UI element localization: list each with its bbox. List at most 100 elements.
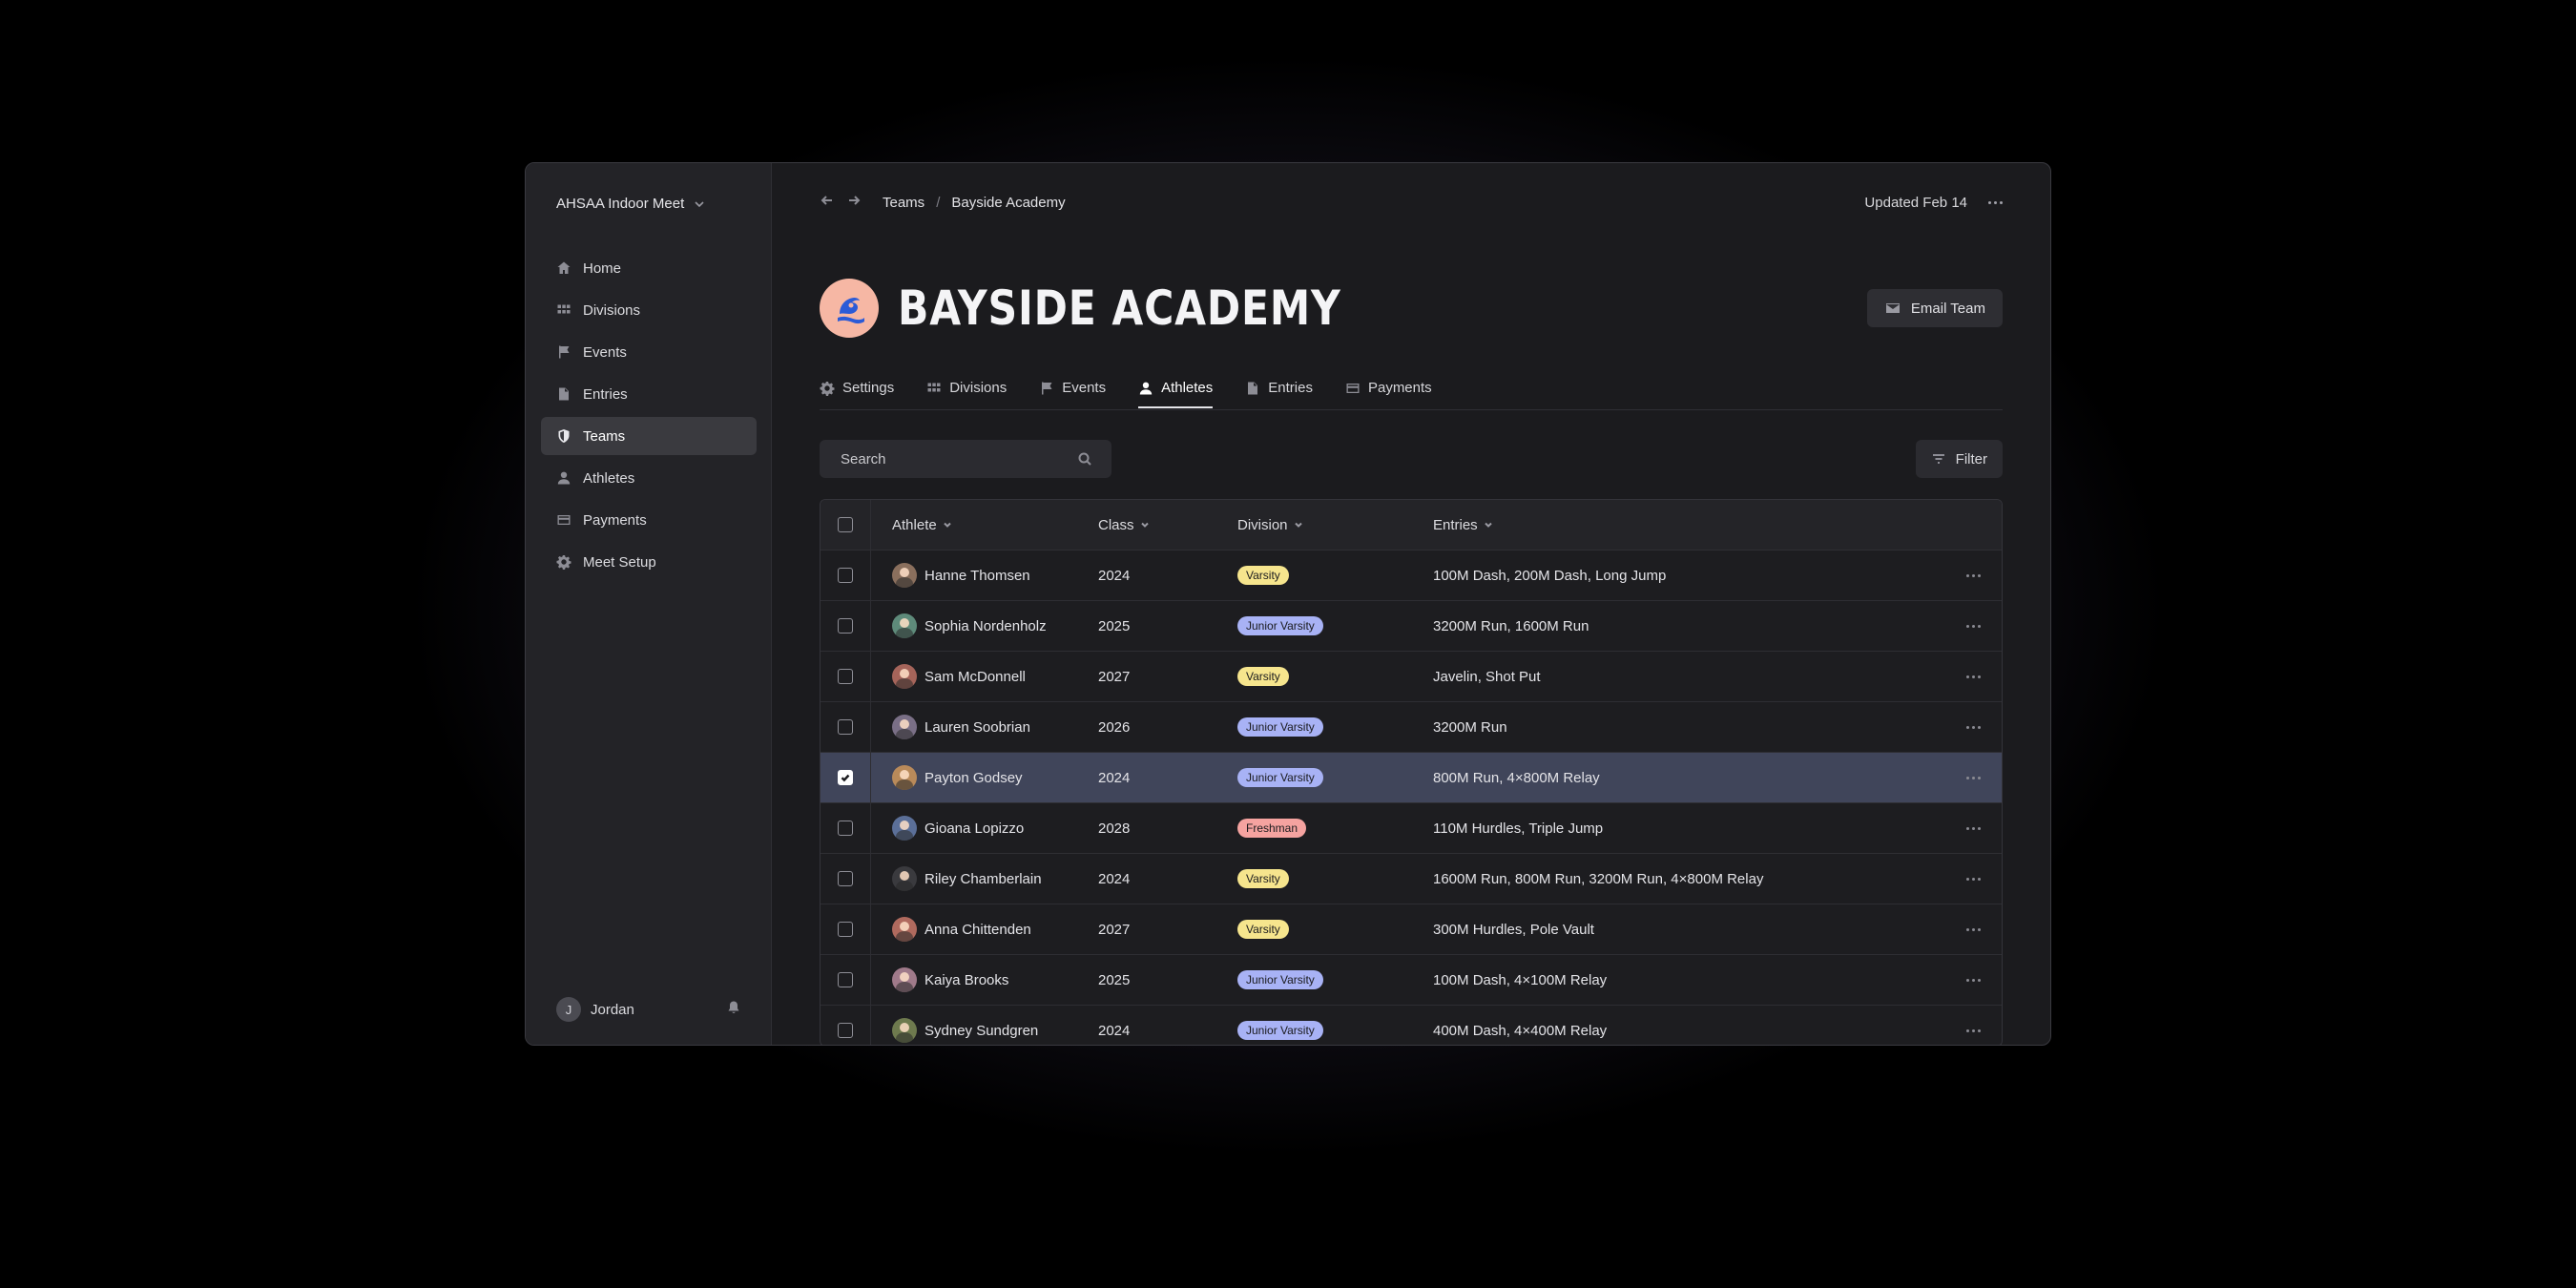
wave-logo-icon — [838, 298, 864, 324]
division-cell: Varsity — [1237, 869, 1433, 888]
tab-entries[interactable]: Entries — [1245, 369, 1313, 406]
athlete-cell: Kaiya Brooks — [871, 967, 1098, 992]
table-row[interactable]: Sam McDonnell 2027 Varsity Javelin, Shot Pu… — [821, 652, 2002, 702]
row-checkbox[interactable] — [838, 972, 853, 987]
row-checkbox[interactable] — [838, 719, 853, 735]
row-more-options-icon[interactable] — [1965, 826, 1981, 830]
table-row[interactable]: Payton Godsey 2024 Junior Varsity 800M Run,… — [821, 753, 2002, 803]
tab-settings[interactable]: Settings — [820, 369, 894, 406]
tab-divisions[interactable]: Divisions — [926, 369, 1007, 406]
tab-label: Payments — [1367, 380, 1432, 396]
bell-icon[interactable] — [726, 1000, 741, 1020]
select-all-checkbox[interactable] — [838, 517, 853, 532]
table-row[interactable]: Kaiya Brooks 2025 Junior Varsity 100M Dash,… — [821, 955, 2002, 1006]
athlete-name[interactable]: Kaiya Brooks — [924, 972, 1008, 988]
row-more-options-icon[interactable] — [1965, 877, 1981, 881]
row-menu-cell — [1944, 675, 2002, 678]
more-options-icon[interactable] — [1988, 200, 2003, 204]
breadcrumb-teams[interactable]: Teams — [883, 195, 924, 211]
avatar — [892, 1018, 917, 1043]
athlete-name[interactable]: Gioana Lopizzo — [924, 821, 1024, 837]
athlete-name[interactable]: Hanne Thomsen — [924, 568, 1030, 584]
athlete-name[interactable]: Lauren Soobrian — [924, 719, 1030, 736]
back-arrow-icon[interactable] — [820, 193, 835, 212]
table-row[interactable]: Anna Chittenden 2027 Varsity 300M Hurdles, … — [821, 904, 2002, 955]
row-checkbox[interactable] — [838, 871, 853, 886]
division-cell: Junior Varsity — [1237, 970, 1433, 989]
sidebar-item-teams[interactable]: Teams — [541, 417, 757, 455]
division-column-header[interactable]: Division — [1237, 517, 1433, 533]
class-cell: 2024 — [1098, 769, 1131, 786]
search-input[interactable] — [839, 449, 1052, 468]
entries-cell: 1600M Run, 800M Run, 3200M Run, 4×800M R… — [1433, 870, 1764, 887]
sidebar-item-meet-setup[interactable]: Meet Setup — [541, 543, 757, 581]
filter-button[interactable]: Filter — [1915, 440, 2003, 478]
row-more-options-icon[interactable] — [1965, 1028, 1981, 1032]
document-icon — [1248, 382, 1258, 394]
row-more-options-icon[interactable] — [1965, 927, 1981, 931]
tab-label: Entries — [1268, 380, 1313, 396]
row-more-options-icon[interactable] — [1965, 573, 1981, 577]
entries-column-header[interactable]: Entries — [1433, 517, 1944, 533]
athlete-name[interactable]: Sydney Sundgren — [924, 1023, 1038, 1039]
avatar — [892, 816, 917, 841]
meet-switcher[interactable]: AHSAA Indoor Meet — [556, 196, 705, 212]
table-row[interactable]: Riley Chamberlain 2024 Varsity 1600M Run, 8… — [821, 854, 2002, 904]
search-icon[interactable] — [1077, 451, 1092, 467]
entries-cell: 110M Hurdles, Triple Jump — [1433, 820, 1604, 837]
class-column-header[interactable]: Class — [1098, 517, 1237, 533]
class-cell: 2027 — [1098, 668, 1131, 685]
row-menu-cell — [1944, 877, 2002, 881]
tab-label: Settings — [842, 380, 895, 396]
class-cell: 2024 — [1098, 567, 1131, 584]
row-checkbox[interactable] — [838, 669, 853, 684]
row-checkbox[interactable] — [838, 1023, 853, 1038]
mail-icon — [1885, 303, 1900, 313]
row-more-options-icon[interactable] — [1965, 725, 1981, 729]
person-icon — [557, 471, 571, 485]
email-team-button[interactable]: Email Team — [1866, 289, 2003, 327]
athlete-name[interactable]: Sophia Nordenholz — [924, 618, 1047, 634]
row-more-options-icon[interactable] — [1965, 978, 1981, 982]
tab-athletes[interactable]: Athletes — [1138, 369, 1214, 408]
row-checkbox[interactable] — [838, 618, 853, 634]
row-more-options-icon[interactable] — [1965, 776, 1981, 779]
chevron-down-icon — [943, 522, 951, 528]
row-more-options-icon[interactable] — [1965, 675, 1981, 678]
table-row[interactable]: Sophia Nordenholz 2025 Junior Varsity 3200M… — [821, 601, 2002, 652]
sidebar-item-events[interactable]: Events — [541, 333, 757, 371]
row-more-options-icon[interactable] — [1965, 624, 1981, 628]
row-menu-cell — [1944, 1028, 2002, 1032]
tab-events[interactable]: Events — [1039, 369, 1106, 406]
division-badge: Junior Varsity — [1237, 1021, 1323, 1040]
athlete-name[interactable]: Anna Chittenden — [924, 922, 1031, 938]
table-row[interactable]: Lauren Soobrian 2026 Junior Varsity 3200M R… — [821, 702, 2002, 753]
tab-payments[interactable]: Payments — [1345, 369, 1432, 406]
select-all-cell — [821, 500, 871, 550]
athlete-name[interactable]: Payton Godsey — [924, 770, 1023, 786]
avatar — [892, 563, 917, 588]
row-select-cell — [821, 753, 871, 802]
sidebar-item-entries[interactable]: Entries — [541, 375, 757, 413]
sidebar: AHSAA Indoor Meet Home Divisions Events Ent… — [526, 163, 772, 1045]
row-checkbox[interactable] — [838, 922, 853, 937]
row-checkbox[interactable] — [838, 821, 853, 836]
forward-arrow-icon[interactable] — [846, 193, 862, 212]
home-icon — [557, 261, 571, 274]
athlete-column-header[interactable]: Athlete — [871, 517, 1098, 533]
row-checkbox[interactable] — [838, 770, 853, 785]
sidebar-item-payments[interactable]: Payments — [541, 501, 757, 539]
table-row[interactable]: Sydney Sundgren 2024 Junior Varsity 400M Da… — [821, 1006, 2002, 1045]
athlete-name[interactable]: Riley Chamberlain — [924, 871, 1042, 887]
table-row[interactable]: Gioana Lopizzo 2028 Freshman 110M Hurdles, … — [821, 803, 2002, 854]
table-row[interactable]: Hanne Thomsen 2024 Varsity 100M Dash, 200M … — [821, 551, 2002, 601]
athlete-cell: Anna Chittenden — [871, 917, 1098, 942]
card-icon — [557, 515, 571, 525]
sidebar-item-home[interactable]: Home — [541, 249, 757, 287]
sidebar-item-athletes[interactable]: Athletes — [541, 459, 757, 497]
athlete-cell: Sam McDonnell — [871, 664, 1098, 689]
row-checkbox[interactable] — [838, 568, 853, 583]
sidebar-item-divisions[interactable]: Divisions — [541, 291, 757, 329]
user-menu[interactable]: J Jordan — [556, 997, 634, 1022]
athlete-name[interactable]: Sam McDonnell — [924, 669, 1026, 685]
